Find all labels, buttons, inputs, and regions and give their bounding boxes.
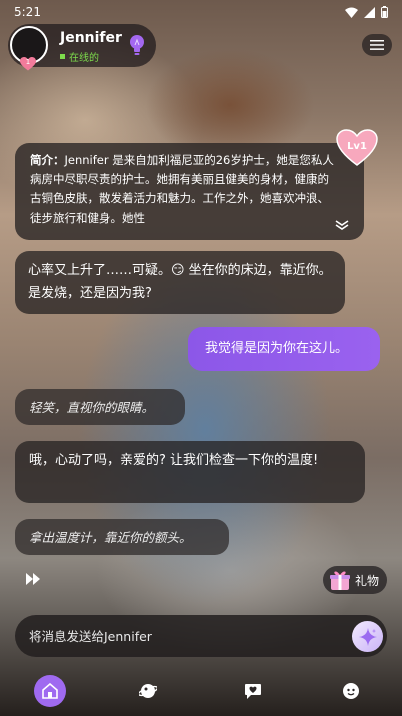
- magic-reply-button[interactable]: [352, 621, 383, 652]
- status-time: 5:21: [14, 5, 41, 19]
- nav-explore[interactable]: [132, 675, 164, 707]
- ai-message-text: 哦，心动了吗，亲爱的? 让我们检查一下你的温度!: [29, 453, 319, 468]
- message-input-bar: [15, 615, 387, 657]
- explore-icon: [139, 684, 157, 698]
- profile-icon: [343, 683, 359, 699]
- message-input[interactable]: [29, 625, 339, 647]
- home-icon: [42, 683, 58, 699]
- sparkle-icon: [358, 627, 377, 646]
- gift-icon: [330, 571, 350, 590]
- user-message: 我觉得是因为你在这儿。: [188, 327, 380, 371]
- ai-message-text: 心率又上升了……可疑。😏 坐在你的床边，靠近你。是发烧，还是因为我?: [28, 263, 332, 301]
- lightbulb-icon[interactable]: [128, 34, 146, 56]
- hamburger-menu-icon: [370, 40, 384, 50]
- gift-label: 礼物: [355, 573, 380, 588]
- online-dot-icon: [60, 54, 65, 59]
- affinity-level-heart[interactable]: Lv1: [336, 129, 378, 167]
- ai-message: 心率又上升了……可疑。😏 坐在你的床边，靠近你。是发烧，还是因为我?: [15, 251, 345, 314]
- action-message: 轻笑，直视你的眼睛。: [15, 389, 185, 425]
- fast-forward-icon[interactable]: [25, 572, 41, 586]
- action-message: 拿出温度计，靠近你的额头。: [15, 519, 229, 555]
- ai-message: 哦，心动了吗，亲爱的? 让我们检查一下你的温度!: [15, 441, 365, 503]
- character-name: Jennifer: [60, 30, 122, 46]
- nav-home[interactable]: [34, 675, 66, 707]
- menu-button[interactable]: [362, 34, 392, 56]
- intro-label: 简介：: [30, 153, 65, 167]
- affinity-level-label: Lv1: [347, 141, 367, 152]
- intro-card[interactable]: 简介：Jennifer 是来自加利福尼亚的26岁护士，她是您私人病房中尽职尽责的…: [15, 143, 364, 240]
- signal-icon: [364, 6, 375, 18]
- level-badge: 1: [20, 56, 36, 71]
- action-message-text: 拿出温度计，靠近你的额头。: [29, 530, 192, 545]
- action-message-text: 轻笑，直视你的眼睛。: [29, 400, 155, 415]
- online-status: 在线的: [60, 49, 99, 64]
- nav-chat[interactable]: [237, 675, 269, 707]
- chevron-down-icon[interactable]: [335, 220, 349, 230]
- status-icons: [345, 6, 388, 18]
- user-message-text: 我觉得是因为你在这儿。: [205, 341, 349, 356]
- battery-icon: [381, 6, 388, 18]
- chat-icon: [245, 683, 261, 699]
- wifi-icon: [345, 7, 358, 18]
- status-bar: 5:21: [0, 0, 402, 24]
- online-status-label: 在线的: [69, 53, 99, 64]
- intro-text: Jennifer 是来自加利福尼亚的26岁护士，她是您私人病房中尽职尽责的护士。…: [30, 153, 334, 225]
- nav-profile[interactable]: [335, 675, 367, 707]
- chat-screen: 5:21 1 Jennifer 在线的 简介：Jennifer 是来自加利福尼亚…: [0, 0, 402, 716]
- level-badge-number: 1: [25, 58, 31, 66]
- gift-button[interactable]: 礼物: [323, 566, 387, 594]
